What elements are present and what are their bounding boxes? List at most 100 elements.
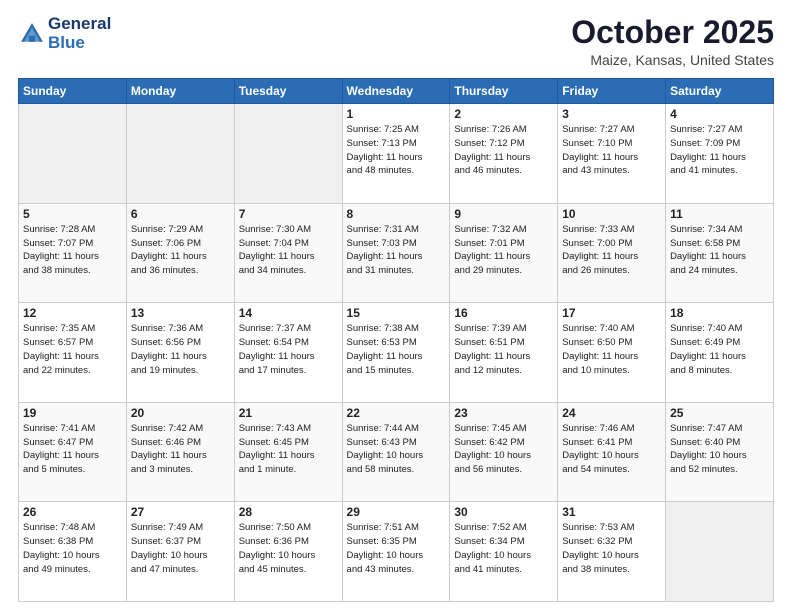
header: General Blue October 2025 Maize, Kansas,… <box>18 15 774 68</box>
day-info: Sunrise: 7:49 AM Sunset: 6:37 PM Dayligh… <box>131 521 230 576</box>
day-number: 20 <box>131 406 230 420</box>
day-info: Sunrise: 7:40 AM Sunset: 6:49 PM Dayligh… <box>670 322 769 377</box>
calendar-week-row: 19 Sunrise: 7:41 AM Sunset: 6:47 PM Dayli… <box>19 402 774 502</box>
month-title: October 2025 <box>571 15 774 50</box>
table-row: 29 Sunrise: 7:51 AM Sunset: 6:35 PM Dayli… <box>342 502 450 602</box>
day-info: Sunrise: 7:33 AM Sunset: 7:00 PM Dayligh… <box>562 223 661 278</box>
table-row <box>19 104 127 204</box>
day-number: 17 <box>562 306 661 320</box>
day-info: Sunrise: 7:52 AM Sunset: 6:34 PM Dayligh… <box>454 521 553 576</box>
day-info: Sunrise: 7:35 AM Sunset: 6:57 PM Dayligh… <box>23 322 122 377</box>
day-number: 14 <box>239 306 338 320</box>
day-info: Sunrise: 7:51 AM Sunset: 6:35 PM Dayligh… <box>347 521 446 576</box>
day-info: Sunrise: 7:47 AM Sunset: 6:40 PM Dayligh… <box>670 422 769 477</box>
table-row: 11 Sunrise: 7:34 AM Sunset: 6:58 PM Dayli… <box>666 203 774 303</box>
table-row: 1 Sunrise: 7:25 AM Sunset: 7:13 PM Daylig… <box>342 104 450 204</box>
day-info: Sunrise: 7:45 AM Sunset: 6:42 PM Dayligh… <box>454 422 553 477</box>
day-info: Sunrise: 7:48 AM Sunset: 6:38 PM Dayligh… <box>23 521 122 576</box>
title-block: October 2025 Maize, Kansas, United State… <box>571 15 774 68</box>
table-row: 30 Sunrise: 7:52 AM Sunset: 6:34 PM Dayli… <box>450 502 558 602</box>
day-info: Sunrise: 7:50 AM Sunset: 6:36 PM Dayligh… <box>239 521 338 576</box>
table-row: 18 Sunrise: 7:40 AM Sunset: 6:49 PM Dayli… <box>666 303 774 403</box>
day-info: Sunrise: 7:53 AM Sunset: 6:32 PM Dayligh… <box>562 521 661 576</box>
col-sunday: Sunday <box>19 79 127 104</box>
day-info: Sunrise: 7:26 AM Sunset: 7:12 PM Dayligh… <box>454 123 553 178</box>
table-row: 12Sunrise: 7:35 AM Sunset: 6:57 PM Dayli… <box>19 303 127 403</box>
day-number: 9 <box>454 207 553 221</box>
day-number: 28 <box>239 505 338 519</box>
calendar-week-row: 12Sunrise: 7:35 AM Sunset: 6:57 PM Dayli… <box>19 303 774 403</box>
day-number: 1 <box>347 107 446 121</box>
day-info: Sunrise: 7:38 AM Sunset: 6:53 PM Dayligh… <box>347 322 446 377</box>
page: General Blue October 2025 Maize, Kansas,… <box>0 0 792 612</box>
table-row: 5 Sunrise: 7:28 AM Sunset: 7:07 PM Daylig… <box>19 203 127 303</box>
logo: General Blue <box>18 15 111 52</box>
day-number: 21 <box>239 406 338 420</box>
location: Maize, Kansas, United States <box>571 52 774 68</box>
table-row: 6 Sunrise: 7:29 AM Sunset: 7:06 PM Daylig… <box>126 203 234 303</box>
day-number: 30 <box>454 505 553 519</box>
calendar-week-row: 26 Sunrise: 7:48 AM Sunset: 6:38 PM Dayli… <box>19 502 774 602</box>
col-monday: Monday <box>126 79 234 104</box>
table-row: 27 Sunrise: 7:49 AM Sunset: 6:37 PM Dayli… <box>126 502 234 602</box>
day-info: Sunrise: 7:42 AM Sunset: 6:46 PM Dayligh… <box>131 422 230 477</box>
day-number: 13 <box>131 306 230 320</box>
table-row: 17Sunrise: 7:40 AM Sunset: 6:50 PM Dayli… <box>558 303 666 403</box>
table-row: 24 Sunrise: 7:46 AM Sunset: 6:41 PM Dayli… <box>558 402 666 502</box>
day-number: 7 <box>239 207 338 221</box>
day-info: Sunrise: 7:34 AM Sunset: 6:58 PM Dayligh… <box>670 223 769 278</box>
day-info: Sunrise: 7:30 AM Sunset: 7:04 PM Dayligh… <box>239 223 338 278</box>
calendar-header-row: Sunday Monday Tuesday Wednesday Thursday… <box>19 79 774 104</box>
day-info: Sunrise: 7:46 AM Sunset: 6:41 PM Dayligh… <box>562 422 661 477</box>
table-row: 20 Sunrise: 7:42 AM Sunset: 6:46 PM Dayli… <box>126 402 234 502</box>
day-number: 16 <box>454 306 553 320</box>
day-number: 22 <box>347 406 446 420</box>
day-info: Sunrise: 7:25 AM Sunset: 7:13 PM Dayligh… <box>347 123 446 178</box>
day-number: 27 <box>131 505 230 519</box>
day-number: 24 <box>562 406 661 420</box>
table-row <box>666 502 774 602</box>
day-number: 10 <box>562 207 661 221</box>
table-row: 9Sunrise: 7:32 AM Sunset: 7:01 PM Daylig… <box>450 203 558 303</box>
day-info: Sunrise: 7:29 AM Sunset: 7:06 PM Dayligh… <box>131 223 230 278</box>
table-row: 22 Sunrise: 7:44 AM Sunset: 6:43 PM Dayli… <box>342 402 450 502</box>
day-number: 2 <box>454 107 553 121</box>
table-row: 28 Sunrise: 7:50 AM Sunset: 6:36 PM Dayli… <box>234 502 342 602</box>
day-info: Sunrise: 7:39 AM Sunset: 6:51 PM Dayligh… <box>454 322 553 377</box>
day-number: 11 <box>670 207 769 221</box>
day-number: 26 <box>23 505 122 519</box>
table-row: 23 Sunrise: 7:45 AM Sunset: 6:42 PM Dayli… <box>450 402 558 502</box>
day-info: Sunrise: 7:31 AM Sunset: 7:03 PM Dayligh… <box>347 223 446 278</box>
col-wednesday: Wednesday <box>342 79 450 104</box>
table-row <box>126 104 234 204</box>
day-number: 19 <box>23 406 122 420</box>
day-info: Sunrise: 7:27 AM Sunset: 7:09 PM Dayligh… <box>670 123 769 178</box>
col-saturday: Saturday <box>666 79 774 104</box>
table-row: 4 Sunrise: 7:27 AM Sunset: 7:09 PM Daylig… <box>666 104 774 204</box>
table-row: 3Sunrise: 7:27 AM Sunset: 7:10 PM Daylig… <box>558 104 666 204</box>
day-number: 4 <box>670 107 769 121</box>
day-info: Sunrise: 7:44 AM Sunset: 6:43 PM Dayligh… <box>347 422 446 477</box>
day-number: 6 <box>131 207 230 221</box>
day-info: Sunrise: 7:28 AM Sunset: 7:07 PM Dayligh… <box>23 223 122 278</box>
table-row: 25Sunrise: 7:47 AM Sunset: 6:40 PM Dayli… <box>666 402 774 502</box>
table-row: 7 Sunrise: 7:30 AM Sunset: 7:04 PM Daylig… <box>234 203 342 303</box>
table-row: 16 Sunrise: 7:39 AM Sunset: 6:51 PM Dayli… <box>450 303 558 403</box>
table-row <box>234 104 342 204</box>
day-info: Sunrise: 7:36 AM Sunset: 6:56 PM Dayligh… <box>131 322 230 377</box>
table-row: 31Sunrise: 7:53 AM Sunset: 6:32 PM Dayli… <box>558 502 666 602</box>
day-number: 29 <box>347 505 446 519</box>
table-row: 19 Sunrise: 7:41 AM Sunset: 6:47 PM Dayli… <box>19 402 127 502</box>
day-info: Sunrise: 7:37 AM Sunset: 6:54 PM Dayligh… <box>239 322 338 377</box>
day-info: Sunrise: 7:41 AM Sunset: 6:47 PM Dayligh… <box>23 422 122 477</box>
table-row: 13 Sunrise: 7:36 AM Sunset: 6:56 PM Dayli… <box>126 303 234 403</box>
day-info: Sunrise: 7:43 AM Sunset: 6:45 PM Dayligh… <box>239 422 338 477</box>
day-number: 18 <box>670 306 769 320</box>
table-row: 14 Sunrise: 7:37 AM Sunset: 6:54 PM Dayli… <box>234 303 342 403</box>
table-row: 2 Sunrise: 7:26 AM Sunset: 7:12 PM Daylig… <box>450 104 558 204</box>
day-number: 23 <box>454 406 553 420</box>
day-number: 8 <box>347 207 446 221</box>
day-number: 5 <box>23 207 122 221</box>
day-number: 15 <box>347 306 446 320</box>
calendar-table: Sunday Monday Tuesday Wednesday Thursday… <box>18 78 774 602</box>
